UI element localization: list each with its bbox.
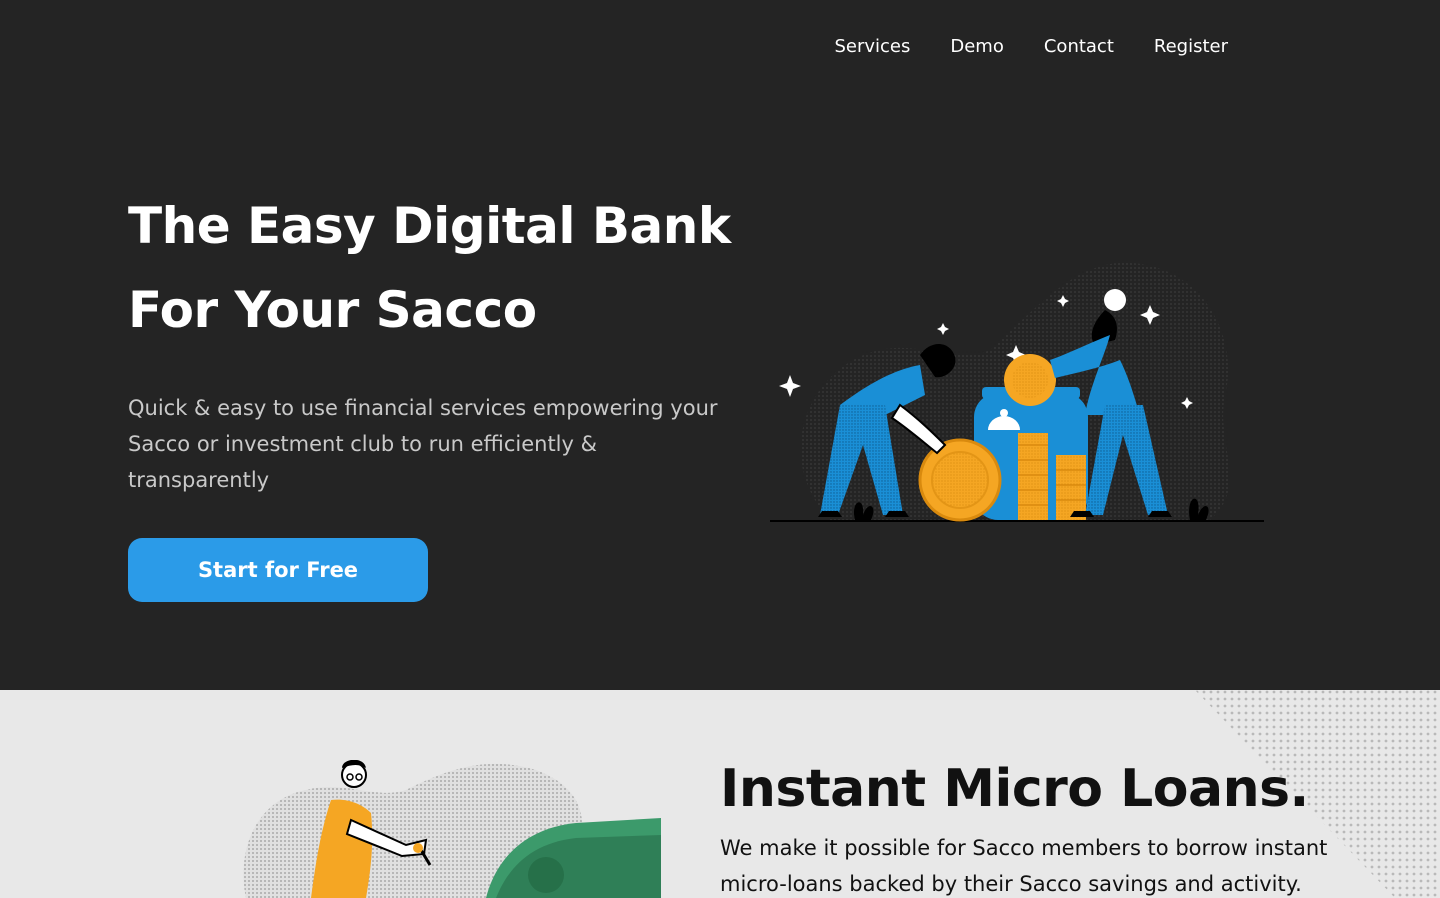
nav-services-link[interactable]: Services xyxy=(834,34,910,60)
micro-loans-description: We make it possible for Sacco members to… xyxy=(720,836,1328,896)
nav-register-link[interactable]: Register xyxy=(1154,34,1228,60)
nav-contact-link[interactable]: Contact xyxy=(1044,34,1114,60)
nav-demo-link[interactable]: Demo xyxy=(950,34,1003,60)
hero-title-line-1: The Easy Digital Bank xyxy=(128,197,731,255)
hero-title: The Easy Digital Bank For Your Sacco xyxy=(128,184,768,352)
micro-loans-title: Instant Micro Loans. xyxy=(720,759,1309,819)
top-nav: Services Demo Contact Register xyxy=(834,34,1228,60)
start-for-free-button[interactable]: Start for Free xyxy=(128,538,428,602)
savings-jar-illustration xyxy=(770,262,1264,522)
micro-loans-section: Instant Micro Loans. We make it possible… xyxy=(0,690,1440,898)
hero-subtitle: Quick & easy to use financial services e… xyxy=(128,396,718,492)
hero-section: Services Demo Contact Register The Easy … xyxy=(0,0,1440,690)
cash-loan-illustration xyxy=(243,760,661,898)
hero-title-line-2: For Your Sacco xyxy=(128,281,537,339)
